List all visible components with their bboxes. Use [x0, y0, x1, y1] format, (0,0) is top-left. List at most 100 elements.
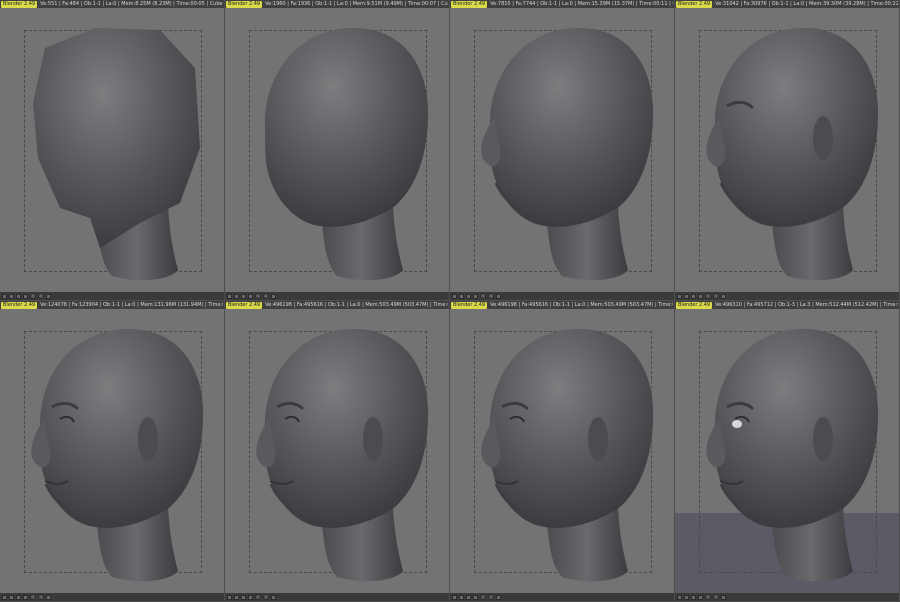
- mode-button[interactable]: [698, 594, 703, 600]
- head-model: [706, 27, 879, 281]
- object-menu-button[interactable]: [691, 293, 696, 299]
- select-menu-button[interactable]: [9, 594, 14, 600]
- info-bar: Blender 2.49 Ve:496198 | Fa:495616 | Ob:…: [450, 301, 674, 309]
- select-menu-button[interactable]: [9, 293, 14, 299]
- view-menu-button[interactable]: [227, 594, 232, 600]
- version-badge: Blender 2.49: [676, 301, 713, 309]
- screenshot-grid: Blender 2.49 Ve:551 | Fa:484 | Ob:1-1 | …: [0, 0, 900, 602]
- layer-button[interactable]: [46, 293, 51, 299]
- pivot-icon[interactable]: [255, 293, 261, 299]
- version-badge: Blender 2.49: [451, 0, 488, 8]
- ear-shape: [813, 417, 833, 461]
- view-menu-button[interactable]: [677, 293, 682, 299]
- layer-button[interactable]: [721, 293, 726, 299]
- ear-shape: [138, 417, 158, 461]
- pivot-icon[interactable]: [30, 293, 36, 299]
- viewport-panel-6[interactable]: Blender 2.49 Ve:496198 | Fa:495616 | Ob:…: [225, 301, 450, 602]
- skull-shape: [264, 328, 429, 528]
- skull-shape: [264, 27, 429, 227]
- viewport-toolbar[interactable]: [0, 292, 224, 300]
- mode-button[interactable]: [248, 594, 253, 600]
- select-menu-button[interactable]: [234, 293, 239, 299]
- scene-stats: Ve:31042 | Fa:30976 | Ob:1-1 | La:0 | Me…: [715, 0, 898, 7]
- snap-icon[interactable]: [38, 594, 44, 600]
- viewport-panel-8[interactable]: Blender 2.49 Ve:496310 | Fa:495712 | Ob:…: [675, 301, 900, 602]
- layer-button[interactable]: [721, 594, 726, 600]
- mode-button[interactable]: [248, 293, 253, 299]
- viewport-toolbar[interactable]: [0, 593, 224, 601]
- skull-shape: [714, 27, 879, 227]
- mode-button[interactable]: [698, 293, 703, 299]
- viewport-panel-2[interactable]: Blender 2.49 Ve:1960 | Fa:1936 | Ob:1-1 …: [225, 0, 450, 301]
- pivot-icon[interactable]: [705, 293, 711, 299]
- scene-stats: Ve:1960 | Fa:1936 | Ob:1-1 | La:0 | Mem:…: [265, 0, 448, 7]
- viewport-panel-3[interactable]: Blender 2.49 Ve:7810 | Fa:7744 | Ob:1-1 …: [450, 0, 675, 301]
- viewport-panel-5[interactable]: Blender 2.49 Ve:124078 | Fa:123904 | Ob:…: [0, 301, 225, 602]
- layer-button[interactable]: [496, 293, 501, 299]
- select-menu-button[interactable]: [234, 594, 239, 600]
- skull-shape: [39, 328, 204, 528]
- skull-shape: [33, 28, 200, 248]
- object-menu-button[interactable]: [466, 594, 471, 600]
- head-model: [481, 328, 654, 582]
- ear-shape: [813, 116, 833, 160]
- version-badge: Blender 2.49: [226, 0, 263, 8]
- select-menu-button[interactable]: [459, 293, 464, 299]
- layer-button[interactable]: [46, 594, 51, 600]
- layer-button[interactable]: [496, 594, 501, 600]
- snap-icon[interactable]: [263, 594, 269, 600]
- viewport-panel-1[interactable]: Blender 2.49 Ve:551 | Fa:484 | Ob:1-1 | …: [0, 0, 225, 301]
- skull-shape: [489, 27, 654, 227]
- version-badge: Blender 2.49: [226, 301, 263, 309]
- info-bar: Blender 2.49 Ve:124078 | Fa:123904 | Ob:…: [0, 301, 224, 309]
- viewport-toolbar[interactable]: [450, 593, 674, 601]
- mode-button[interactable]: [23, 594, 28, 600]
- pivot-icon[interactable]: [480, 594, 486, 600]
- snap-icon[interactable]: [38, 293, 44, 299]
- view-menu-button[interactable]: [227, 293, 232, 299]
- skull-shape: [489, 328, 654, 528]
- snap-icon[interactable]: [713, 293, 719, 299]
- view-menu-button[interactable]: [2, 594, 7, 600]
- snap-icon[interactable]: [488, 594, 494, 600]
- layer-button[interactable]: [271, 293, 276, 299]
- object-menu-button[interactable]: [241, 293, 246, 299]
- version-badge: Blender 2.49: [451, 301, 488, 309]
- pivot-icon[interactable]: [30, 594, 36, 600]
- pivot-icon[interactable]: [255, 594, 261, 600]
- mode-button[interactable]: [23, 293, 28, 299]
- view-menu-button[interactable]: [452, 594, 457, 600]
- eye-shape: [732, 420, 742, 428]
- head-model: [706, 328, 879, 582]
- view-menu-button[interactable]: [2, 293, 7, 299]
- pivot-icon[interactable]: [480, 293, 486, 299]
- layer-button[interactable]: [271, 594, 276, 600]
- viewport-toolbar[interactable]: [675, 593, 899, 601]
- mode-button[interactable]: [473, 594, 478, 600]
- object-menu-button[interactable]: [16, 594, 21, 600]
- pivot-icon[interactable]: [705, 594, 711, 600]
- scene-stats: Ve:496198 | Fa:495616 | Ob:1-1 | La:0 | …: [490, 301, 673, 308]
- select-menu-button[interactable]: [684, 594, 689, 600]
- object-menu-button[interactable]: [241, 594, 246, 600]
- snap-icon[interactable]: [713, 594, 719, 600]
- mode-button[interactable]: [473, 293, 478, 299]
- viewport-toolbar[interactable]: [450, 292, 674, 300]
- viewport-toolbar[interactable]: [225, 292, 449, 300]
- viewport-toolbar[interactable]: [225, 593, 449, 601]
- viewport-panel-7[interactable]: Blender 2.49 Ve:496198 | Fa:495616 | Ob:…: [450, 301, 675, 602]
- object-menu-button[interactable]: [466, 293, 471, 299]
- head-model: [31, 328, 204, 582]
- view-menu-button[interactable]: [452, 293, 457, 299]
- viewport-toolbar[interactable]: [675, 292, 899, 300]
- version-badge: Blender 2.49: [1, 301, 38, 309]
- select-menu-button[interactable]: [459, 594, 464, 600]
- info-bar: Blender 2.49 Ve:551 | Fa:484 | Ob:1-1 | …: [0, 0, 224, 8]
- select-menu-button[interactable]: [684, 293, 689, 299]
- snap-icon[interactable]: [488, 293, 494, 299]
- snap-icon[interactable]: [263, 293, 269, 299]
- object-menu-button[interactable]: [16, 293, 21, 299]
- viewport-panel-4[interactable]: Blender 2.49 Ve:31042 | Fa:30976 | Ob:1-…: [675, 0, 900, 301]
- view-menu-button[interactable]: [677, 594, 682, 600]
- object-menu-button[interactable]: [691, 594, 696, 600]
